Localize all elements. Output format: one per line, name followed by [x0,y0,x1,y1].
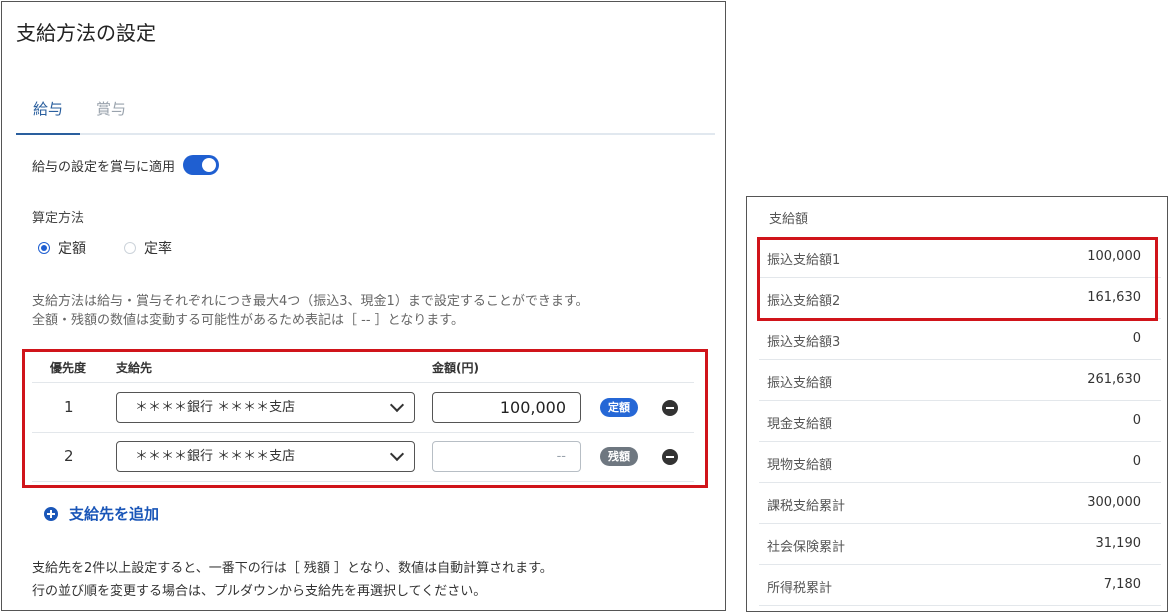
payment-method-panel: 支給方法の設定 給与 賞与 給与の設定を賞与に適用 算定方法 定額 定率 支給方… [1,1,726,611]
tab-salary[interactable]: 給与 [16,98,80,135]
amount-label: 現金支給額 [767,417,833,432]
amount-row: 振込支給額3 0 [759,319,1161,360]
amount-label: 所得税累計 [767,581,833,596]
amount-row: 所得税累計 7,180 [759,565,1161,606]
amount-value: 0 [1132,413,1141,428]
amount-label: 課税支給累計 [767,499,846,514]
amount-row: 振込支給額 261,630 [759,360,1161,401]
tab-bar: 給与 賞与 [16,87,715,135]
page-title: 支給方法の設定 [16,21,156,45]
amount-row: 社会保険累計 31,190 [759,524,1161,565]
apply-to-bonus-label: 給与の設定を賞与に適用 [32,159,176,175]
calc-method-label: 算定方法 [32,211,85,226]
footer-note-1: 支給先を2件以上設定すると、一番下の行は［ 残額 ］となり、数値は自動計算されま… [32,561,553,576]
calc-method-options: 定額 定率 [38,238,210,258]
radio-fixed-rate-label[interactable]: 定率 [144,238,172,258]
payment-amount-panel: 支給額 振込支給額1 100,000 振込支給額2 161,630 振込支給額3… [746,196,1168,612]
amount-label: 振込支給額3 [767,335,841,350]
amount-label: 現物支給額 [767,458,833,473]
note-line-1: 支給方法は給与・賞与それぞれにつき最大4つ（振込3、現金1）まで設定することがで… [32,294,589,309]
highlight-box [757,237,1158,321]
amount-value: 0 [1132,454,1141,469]
amount-value: 7,180 [1103,577,1141,592]
plus-circle-icon [44,506,58,521]
amount-row: 現物支給額 0 [759,442,1161,483]
add-destination-label: 支給先を追加 [69,505,160,523]
add-destination-button[interactable]: 支給先を追加 [44,503,159,524]
tab-bonus[interactable]: 賞与 [96,98,126,119]
amount-value: 300,000 [1087,495,1141,510]
payment-amount-header: 支給額 [769,212,809,227]
apply-to-bonus-row: 給与の設定を賞与に適用 [32,155,220,175]
footer-note-2: 行の並び順を変更する場合は、プルダウンから支給先を再選択してください。 [32,584,487,599]
amount-label: 社会保険累計 [767,540,846,555]
radio-fixed-rate[interactable] [124,242,136,254]
highlight-box [22,349,708,488]
amount-value: 0 [1132,331,1141,346]
radio-fixed-amount[interactable] [38,242,50,254]
amount-row: 現金支給額 0 [759,401,1161,442]
apply-to-bonus-toggle[interactable] [183,155,220,175]
radio-fixed-amount-label[interactable]: 定額 [58,238,86,258]
note-line-2: 全額・残額の数値は変動する可能性があるため表記は［ -- ］となります。 [32,313,464,328]
amount-label: 振込支給額 [767,376,833,391]
amount-value: 261,630 [1087,372,1141,387]
amount-value: 31,190 [1095,536,1142,551]
amount-row: 課税支給累計 300,000 [759,483,1161,524]
